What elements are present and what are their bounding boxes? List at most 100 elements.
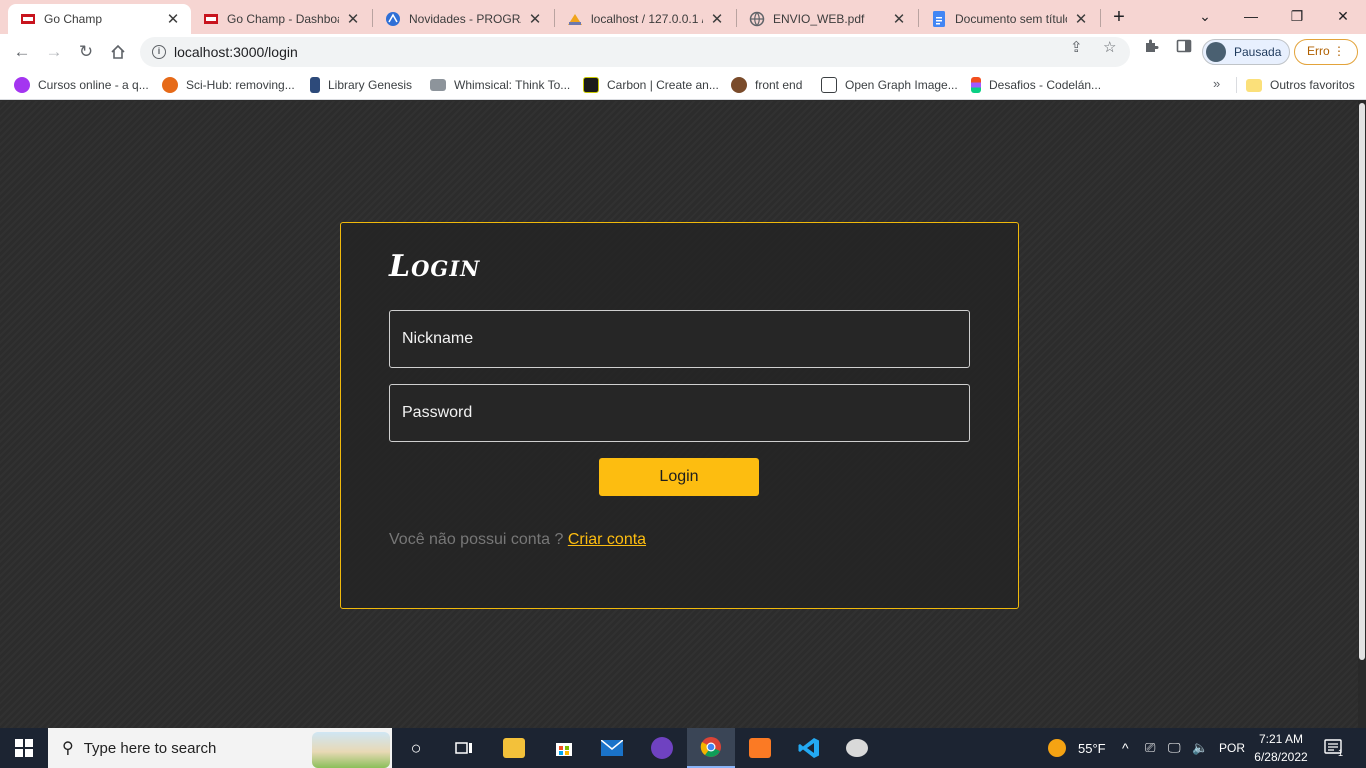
tab-title: ENVIO_WEB.pdf [773,12,865,26]
bookmark-label: Library Genesis [328,78,413,92]
tab-novidades[interactable]: Novidades - PROGRAMA ✕ [373,4,553,34]
extensions-icon[interactable] [1143,38,1159,58]
chevron-up-icon[interactable]: ^ [1122,728,1129,768]
page-icon [821,77,837,93]
gochamp-icon [203,11,219,27]
scrollbar-thumb[interactable] [1359,103,1365,660]
scihub-icon [162,77,178,93]
profile-status: Pausada [1234,45,1282,59]
profile-button[interactable]: Pausada [1202,39,1290,65]
windows-taskbar: ⚲ Type here to search ○ 55°F ^ ⎚ 🖵 🔈 POR… [0,728,1366,768]
taskbar-search[interactable]: ⚲ Type here to search [48,728,392,768]
notifications-icon[interactable]: 1 [1324,728,1343,768]
tab-phpmyadmin[interactable]: localhost / 127.0.0.1 / ✕ [555,4,735,34]
carbon-icon [583,77,599,93]
address-bar[interactable]: i localhost:3000/login [140,37,1130,67]
bookmark-separator [1236,77,1237,93]
github-desktop-icon[interactable] [638,728,686,768]
tab-search-button[interactable]: ⌄ [1182,0,1228,32]
notification-count: 1 [1338,748,1344,758]
tab-go-champ[interactable]: Go Champ ✕ [8,4,191,34]
tab-envio-web-pdf[interactable]: ENVIO_WEB.pdf ✕ [737,4,917,34]
reload-icon[interactable]: ↻ [72,39,100,65]
nickname-input[interactable] [389,310,970,368]
mail-icon[interactable] [588,728,636,768]
network-icon[interactable]: 🖵 [1168,728,1181,768]
tab-title: localhost / 127.0.0.1 / [591,12,703,26]
search-placeholder: Type here to search [83,739,217,757]
browser-toolbar: ← → ↻ i localhost:3000/login ⇪ ☆ Pausada… [0,34,1366,70]
close-icon[interactable]: ✕ [527,10,543,28]
login-button[interactable]: Login [599,458,759,496]
scrollbar[interactable] [1358,101,1366,728]
tab-documento[interactable]: Documento sem título ✕ [919,4,1099,34]
tab-title: Novidades - PROGRAMA [409,12,521,26]
bookmark-item[interactable]: Open Graph Image... [821,75,958,95]
language-indicator[interactable]: POR [1219,728,1245,768]
cortana-icon[interactable]: ○ [392,728,440,768]
close-icon[interactable]: ✕ [1073,10,1089,28]
bookmark-item[interactable]: Cursos online - a q... [14,75,149,95]
minimize-button[interactable]: — [1228,0,1274,32]
microsoft-store-icon[interactable] [540,728,588,768]
login-title: Login [389,249,481,284]
site-info-icon[interactable]: i [152,45,166,59]
meet-now-icon[interactable]: ⎚ [1145,728,1155,768]
close-window-button[interactable]: ✕ [1320,0,1366,32]
close-icon[interactable]: ✕ [709,10,725,28]
other-bookmarks[interactable]: Outros favoritos [1246,75,1355,95]
maximize-button[interactable]: ❐ [1274,0,1320,32]
globe-icon [749,11,765,27]
chrome-icon[interactable] [687,728,735,768]
tab-strip: Go Champ ✕ Go Champ - Dashboard ✕ Novida… [0,0,1366,34]
tab-go-champ-dashboard[interactable]: Go Champ - Dashboard ✕ [191,4,371,34]
globe-blue-icon [385,11,401,27]
bookmark-item[interactable]: Sci-Hub: removing... [162,75,295,95]
tab-title: Go Champ - Dashboard [227,12,339,26]
signup-prompt: Você não possui conta ? Criar conta [389,531,646,549]
bookmark-item[interactable]: Library Genesis [310,75,412,95]
tab-title: Documento sem título [955,12,1067,26]
windows-icon [15,739,33,757]
task-view-icon[interactable] [440,728,488,768]
bookmark-item[interactable]: Desafios - Codelán... [971,75,1101,95]
close-icon[interactable]: ✕ [345,10,361,28]
xampp-icon[interactable] [736,728,784,768]
start-button[interactable] [0,728,48,768]
vscode-icon[interactable] [785,728,833,768]
figma-icon [971,77,981,93]
search-highlight-illustration [312,732,390,768]
create-account-link[interactable]: Criar conta [568,531,646,548]
bookmark-label: Desafios - Codelán... [989,78,1102,92]
new-tab-button[interactable]: + [1106,4,1132,30]
share-icon[interactable]: ⇪ [1070,38,1083,56]
folder-icon [1246,78,1262,92]
clock[interactable]: 7:21 AM 6/28/2022 [1248,730,1314,766]
close-icon[interactable]: ✕ [891,10,907,28]
bookmark-star-icon[interactable]: ☆ [1103,38,1116,56]
file-explorer-icon[interactable] [490,728,538,768]
forward-icon[interactable]: → [40,39,68,65]
weather-widget[interactable]: 55°F [1048,728,1106,768]
tab-separator [1100,9,1101,27]
paint-icon[interactable] [833,728,881,768]
bookmarks-bar: Cursos online - a q... Sci-Hub: removing… [0,70,1366,100]
bookmark-item[interactable]: front end [731,75,802,95]
close-icon[interactable]: ✕ [165,10,181,28]
home-icon[interactable] [104,39,132,65]
bookmark-item[interactable]: Carbon | Create an... [583,75,719,95]
bookmark-item[interactable]: Whimsical: Think To... [430,75,570,95]
more-bookmarks-icon[interactable]: » [1213,76,1220,91]
clock-date: 6/28/2022 [1254,750,1308,764]
bookmark-label: Carbon | Create an... [607,78,719,92]
error-button[interactable]: Erro ⋮ [1294,39,1358,65]
password-input[interactable] [389,384,970,442]
other-bookmarks-label: Outros favoritos [1270,78,1355,92]
url-text: localhost:3000/login [174,44,298,60]
volume-icon[interactable]: 🔈 [1192,728,1208,768]
avatar-icon [731,77,747,93]
bookmark-label: Whimsical: Think To... [454,78,571,92]
side-panel-icon[interactable] [1176,38,1192,58]
clock-time: 7:21 AM [1258,732,1304,746]
back-icon[interactable]: ← [8,39,36,65]
